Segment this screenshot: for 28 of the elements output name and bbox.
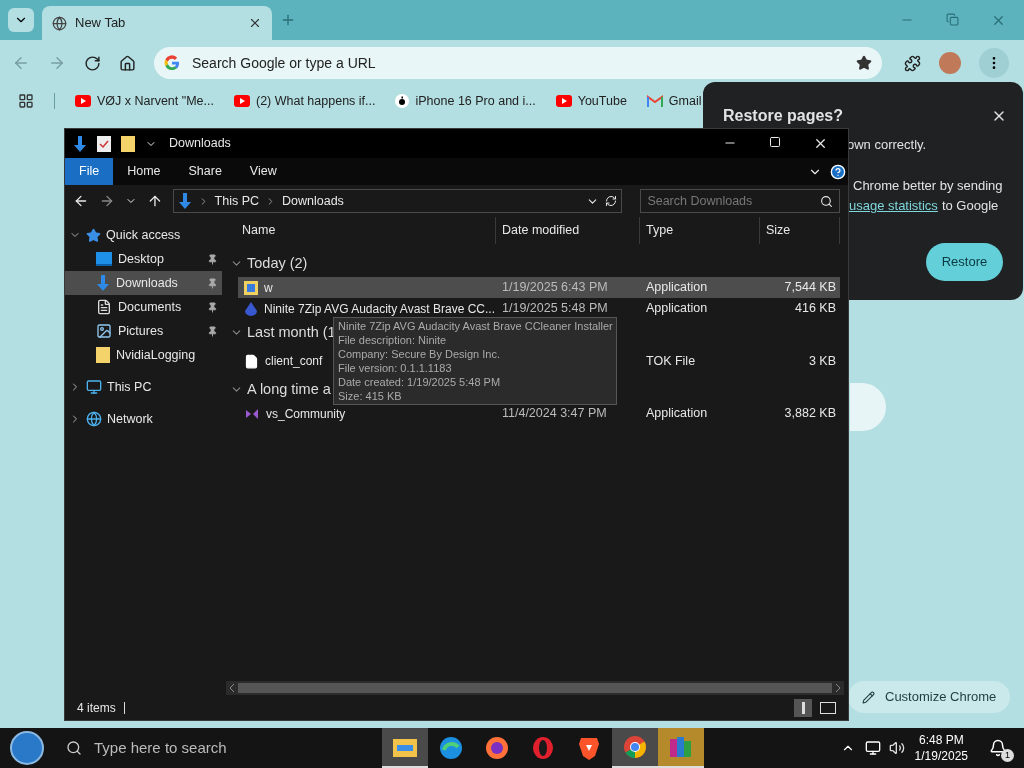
popup-text: to Google	[941, 197, 999, 215]
tooltip-line: Company: Secure By Design Inc.	[338, 347, 502, 361]
tooltip-line: File description: Ninite	[338, 333, 448, 347]
item-count: 4 items	[77, 700, 116, 717]
size-cell: 3 KB	[808, 353, 836, 368]
file-name: vs_Community	[266, 405, 346, 423]
popup-text: Chrome better by sending	[853, 177, 1003, 195]
date-cell: 11/4/2024 3:47 PM	[502, 406, 607, 421]
file-name: client_conf	[265, 353, 323, 370]
tooltip-line: Ninite 7Zip AVG Audacity Avast Brave CCleaner Installer	[338, 319, 612, 333]
tooltip-line: File version: 0.1.1.1183	[338, 361, 453, 375]
type-cell: Application	[646, 406, 708, 421]
date-cell: 1/19/2025 5:48 PM	[502, 301, 608, 316]
file-name: Ninite 7Zip AVG Audacity Avast Brave CC...	[264, 300, 495, 318]
notification-badge: 1	[1001, 749, 1014, 762]
date-cell: 1/19/2025 6:43 PM	[502, 280, 608, 295]
type-cell: TOK File	[646, 353, 696, 368]
type-cell: Application	[646, 280, 708, 295]
type-cell: Application	[646, 301, 708, 316]
tooltip-line: Size: 415 KB	[338, 389, 403, 403]
size-cell: 3,882 KB	[784, 406, 836, 421]
size-cell: 7,544 KB	[784, 280, 836, 295]
size-cell: 416 KB	[795, 301, 836, 316]
window-title: Downloads	[169, 135, 231, 153]
tab-title: New Tab	[75, 14, 127, 33]
file-name: w	[264, 279, 273, 297]
popup-title: Restore pages?	[723, 106, 844, 126]
tooltip-line: Date created: 1/19/2025 5:48 PM	[338, 375, 502, 389]
